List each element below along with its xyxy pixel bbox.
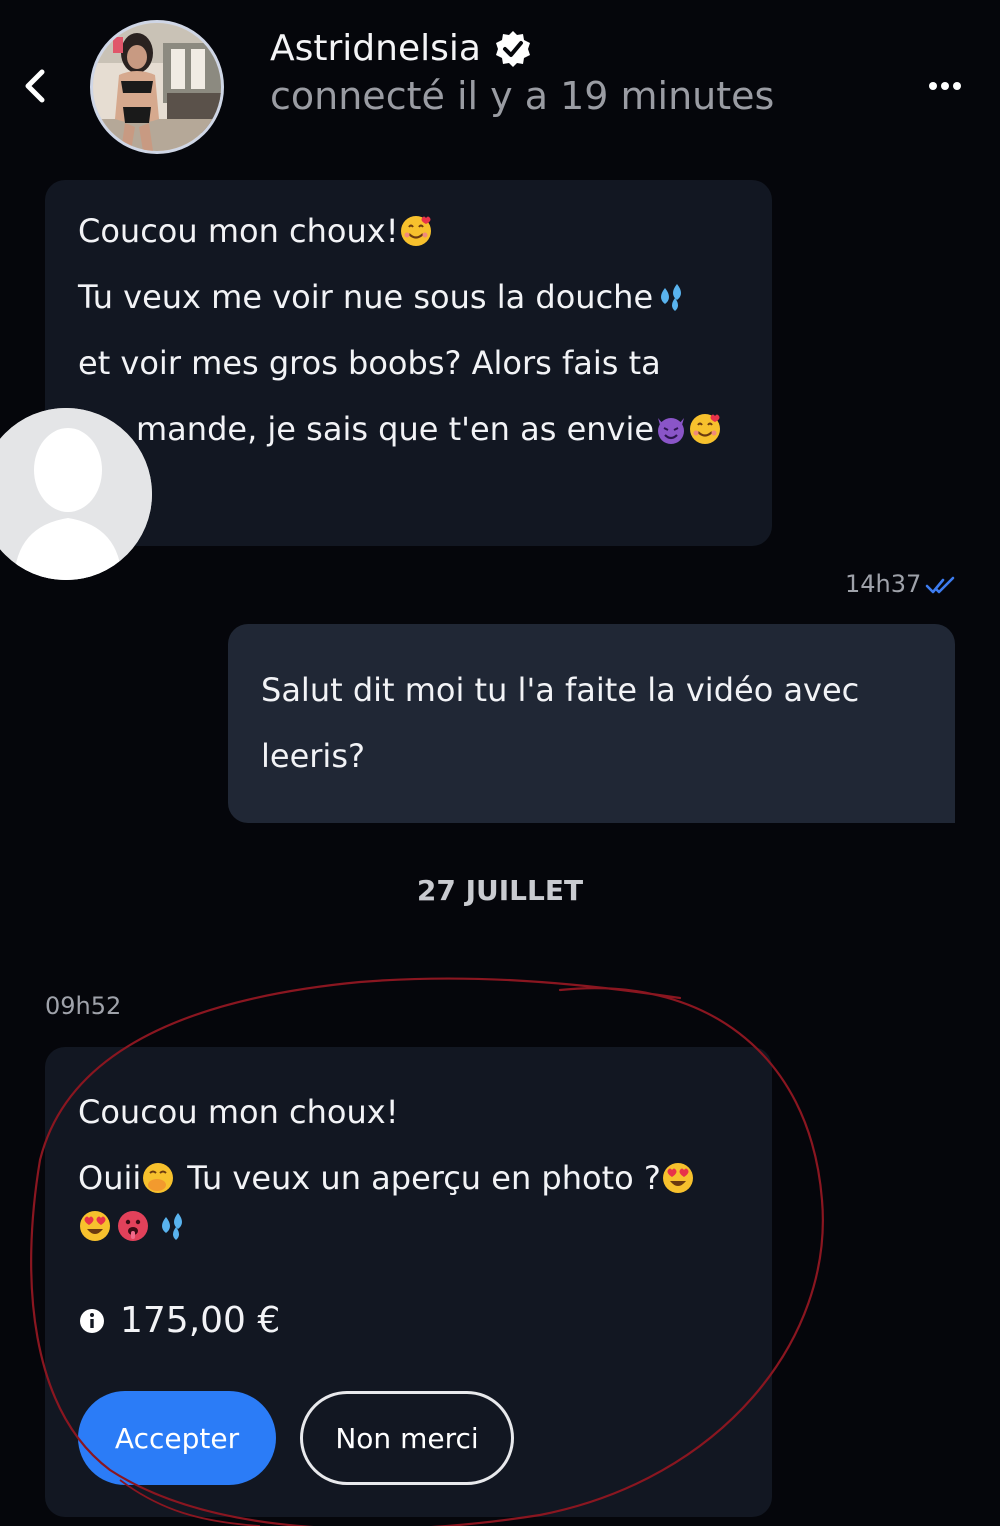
message-line: Ouii Tu veux un aperçu en photo ? — [78, 1145, 772, 1211]
message-line: mande, je sais que t'en as envie — [78, 396, 772, 462]
decline-offer-button[interactable]: Non merci — [300, 1391, 514, 1485]
message-time: 14h37 — [845, 570, 922, 598]
hot-face-emoji — [118, 1211, 148, 1241]
more-horizontal-icon — [929, 82, 961, 90]
message-line: Salut dit moi tu l'a faite la vidéo avec — [261, 671, 860, 709]
message-line: leeris? — [261, 737, 365, 775]
contact-name-row: Astridnelsia — [270, 26, 533, 72]
smiling-face-with-horns-emoji — [658, 418, 685, 444]
offer-price: 175,00 € — [78, 1300, 280, 1341]
contact-avatar[interactable] — [90, 20, 224, 154]
profile-photo — [93, 23, 221, 151]
sweat-droplets-emoji — [661, 284, 682, 311]
accept-offer-button[interactable]: Accepter — [78, 1391, 276, 1485]
verified-badge-icon — [495, 31, 530, 67]
face-with-hand-over-mouth-emoji — [143, 1163, 174, 1193]
message-line: et voir mes gros boobs? Alors fais ta — [78, 344, 661, 382]
sweat-droplets-emoji — [162, 1213, 182, 1240]
more-options-button[interactable] — [922, 70, 968, 102]
message-line: Tu veux me voir nue sous la douche — [78, 264, 772, 330]
message-bubble-incoming[interactable]: Coucou mon choux! Tu veux me voir nue so… — [45, 180, 772, 546]
price-amount: 175,00 € — [120, 1300, 281, 1341]
info-icon[interactable] — [78, 1307, 106, 1335]
smiling-face-with-heart-eyes-emoji — [80, 1211, 110, 1241]
message-time: 09h52 — [45, 992, 122, 1020]
chat-header: Astridnelsia connecté il y a 19 minutes — [0, 0, 1000, 165]
smiling-face-with-heart-eyes-emoji — [662, 1163, 693, 1193]
date-separator: 27 JUILLET — [416, 874, 584, 907]
smiling-face-with-hearts-emoji — [400, 216, 431, 246]
chevron-left-icon — [25, 69, 45, 103]
back-button[interactable] — [14, 62, 58, 110]
message-line — [78, 1209, 772, 1243]
smiling-face-with-hearts-emoji — [690, 414, 721, 444]
message-line: Coucou mon choux! — [78, 198, 772, 264]
contact-name: Astridnelsia — [270, 28, 481, 69]
message-line: Coucou mon choux! — [78, 1093, 399, 1131]
last-seen-status: connecté il y a 19 minutes — [270, 74, 775, 118]
message-bubble-outgoing[interactable]: Salut dit moi tu l'a faite la vidéo avec… — [228, 624, 955, 823]
double-check-icon — [925, 576, 955, 594]
